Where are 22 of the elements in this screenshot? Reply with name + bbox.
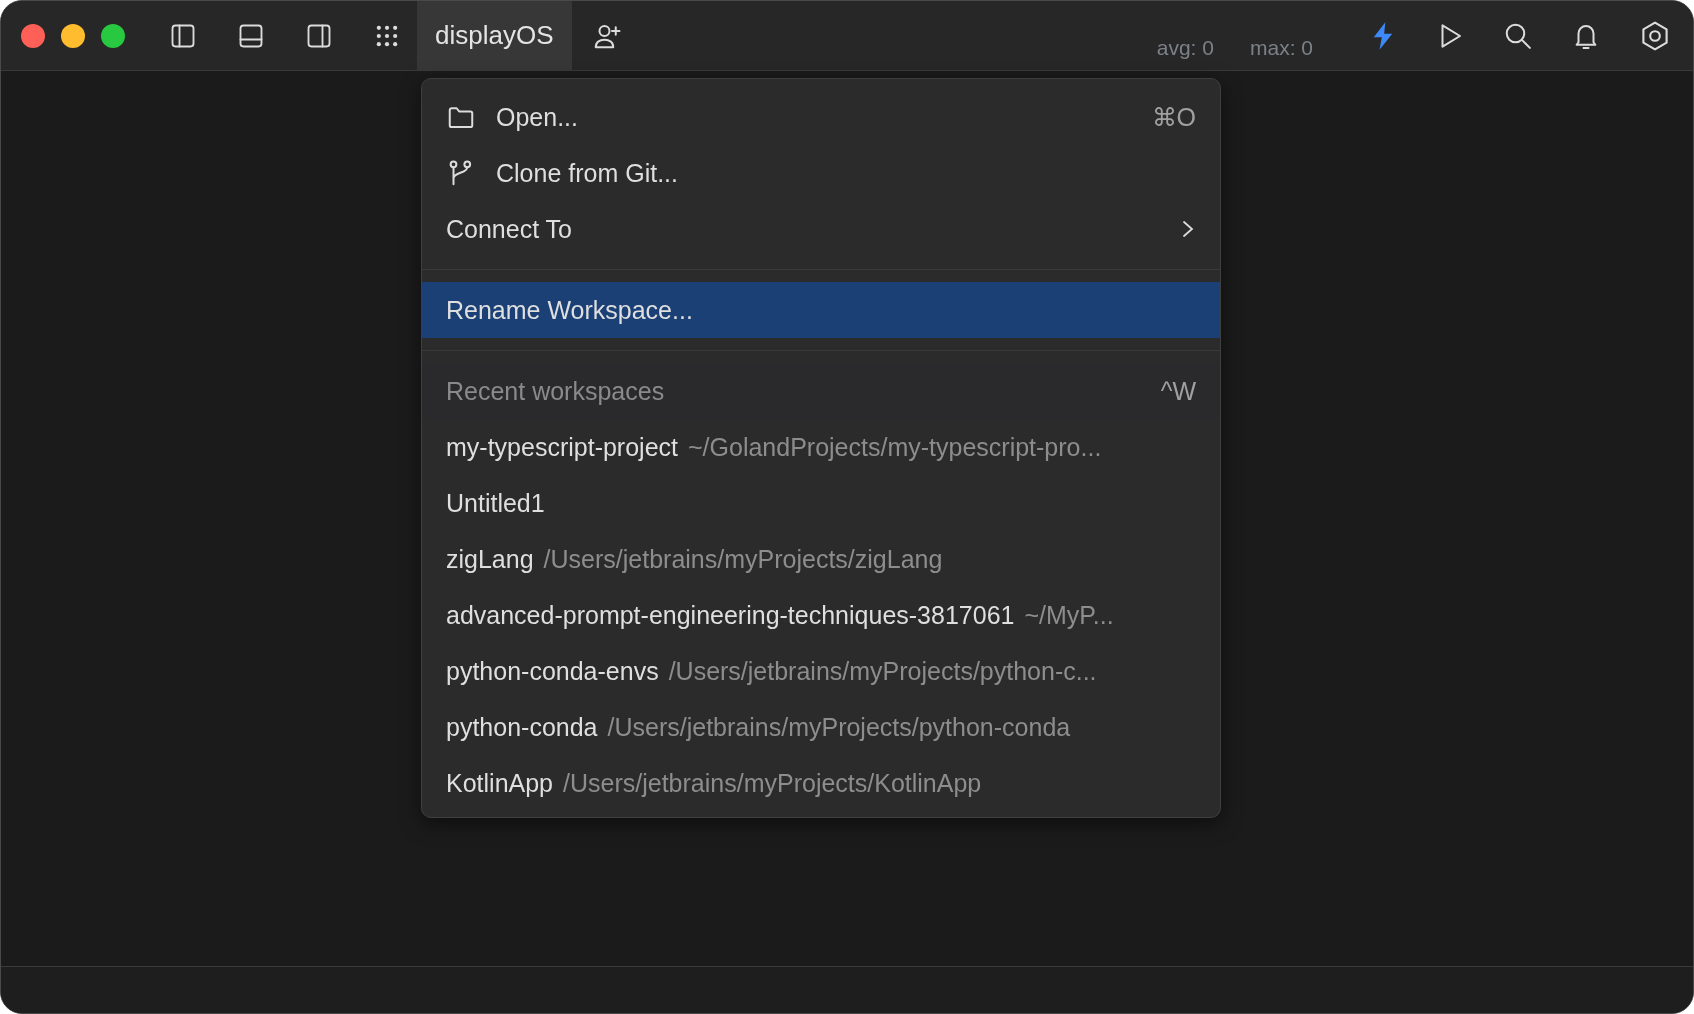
shortcut-label: ^W [1160, 376, 1196, 406]
minimize-button[interactable] [61, 23, 85, 48]
stat-label: max: 0 [1249, 36, 1313, 60]
recent-workspace-item[interactable]: zigLang /Users/jetbrains/myProjects/zigLang [422, 531, 1220, 587]
maximize-button[interactable] [101, 23, 125, 48]
recent-workspace-item[interactable]: python-conda /Users/jetbrains/myProjects/python-conda [422, 699, 1220, 755]
recent-workspace-item[interactable]: python-conda-envs /Users/jetbrains/myProjects/python-c... [422, 643, 1220, 699]
chevron-right-icon [1180, 219, 1196, 239]
shortcut-label: ⌘O [1151, 102, 1196, 132]
settings-icon[interactable] [1639, 19, 1671, 52]
recent-workspace-item[interactable]: KotlinApp /Users/jetbrains/myProjects/KotlinApp [422, 755, 1220, 811]
menu-item[interactable]: Connect To [422, 201, 1220, 257]
close-button[interactable] [21, 23, 45, 48]
recent-workspace-item[interactable]: my-typescript-project ~/GolandProjects/my-typescript-pro... [422, 419, 1220, 475]
section-header: Recent workspaces [446, 376, 666, 406]
menu-item[interactable]: Clone from Git... [422, 145, 1220, 201]
project-tab[interactable]: displayOS [417, 1, 572, 70]
menu-item[interactable]: Open... ⌘O [422, 89, 1220, 145]
recent-workspace-item[interactable]: Untitled1 [422, 475, 1220, 531]
menu-item[interactable]: Rename Workspace... [422, 282, 1220, 338]
recent-workspace-item[interactable]: advanced-prompt-engineering-techniques-3817061 ~/MyP... [422, 587, 1220, 643]
stat-label: avg: 0 [1156, 36, 1214, 60]
